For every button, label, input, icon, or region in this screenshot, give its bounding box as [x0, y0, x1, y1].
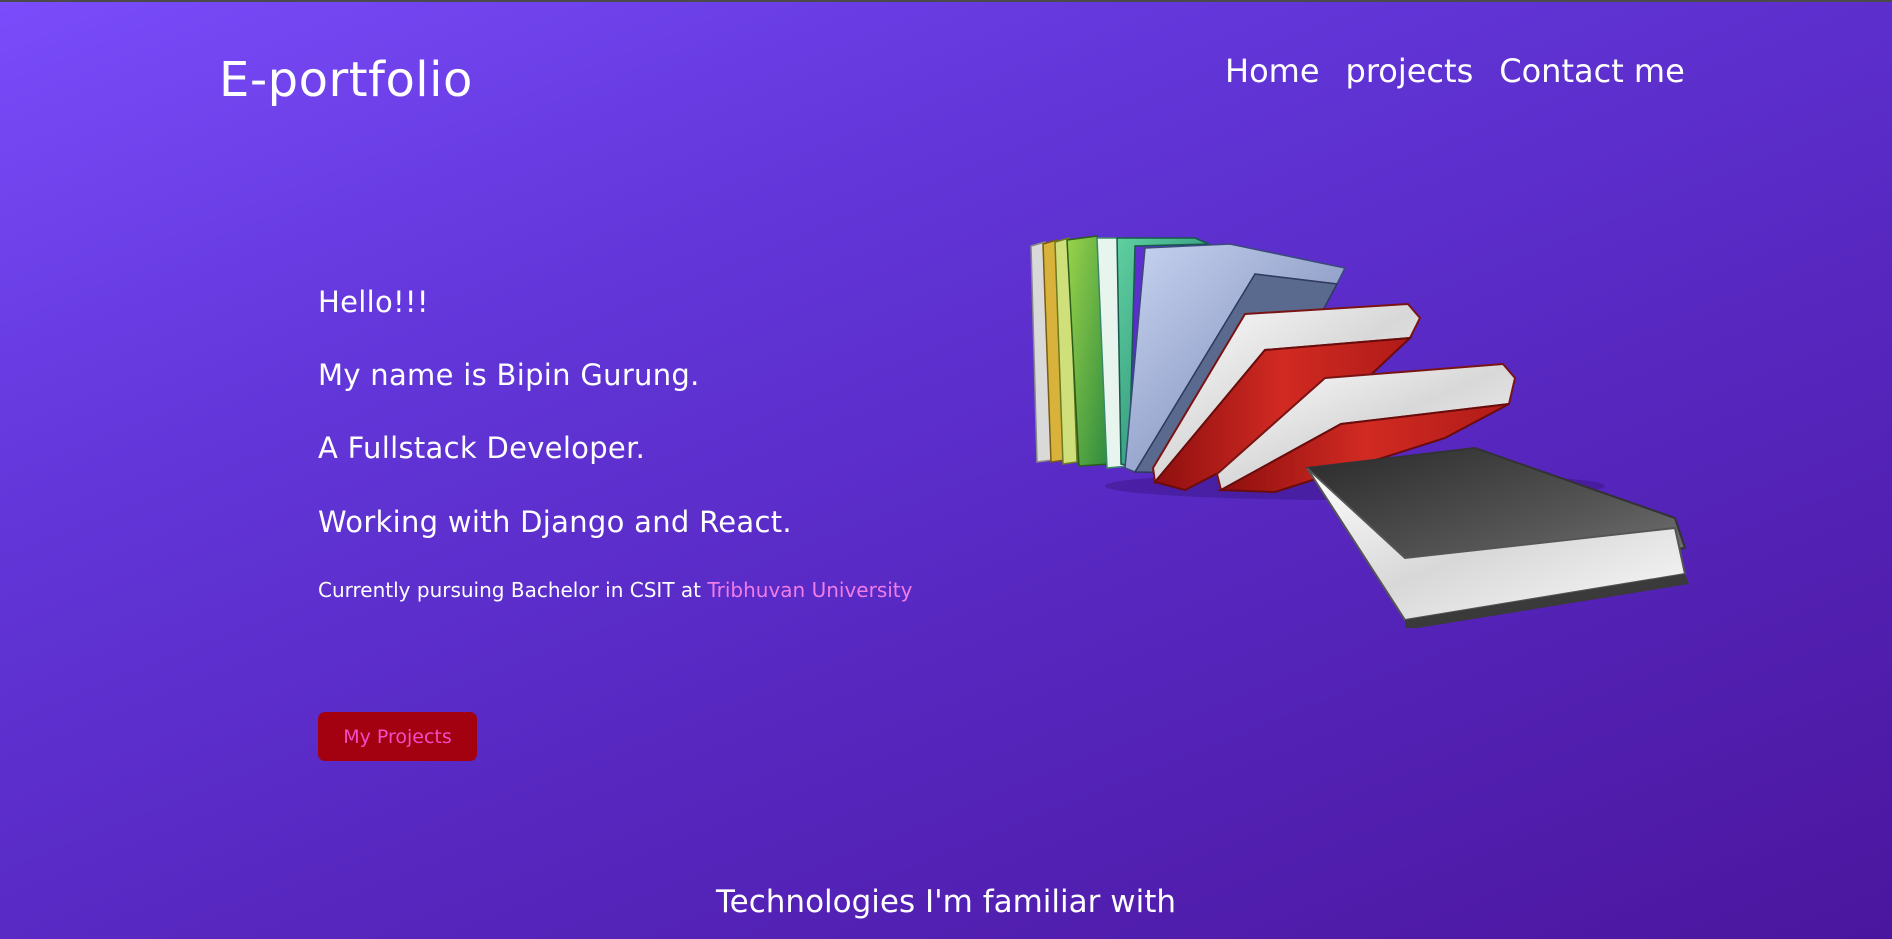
- university-link[interactable]: Tribhuvan University: [707, 578, 912, 602]
- nav-contact[interactable]: Contact me: [1499, 52, 1685, 90]
- hero-study: Currently pursuing Bachelor in CSIT at T…: [318, 578, 912, 602]
- books-illustration-icon: [1030, 235, 1689, 628]
- technologies-heading: Technologies I'm familiar with: [715, 884, 1177, 920]
- hero-stack: Working with Django and React.: [318, 505, 792, 539]
- nav-projects[interactable]: projects: [1346, 52, 1474, 90]
- hero-greeting: Hello!!!: [318, 285, 429, 319]
- study-text: Currently pursuing Bachelor in CSIT at: [318, 578, 708, 602]
- hero-name: My name is Bipin Gurung.: [318, 358, 700, 392]
- top-border: [0, 0, 1892, 2]
- hero-role: A Fullstack Developer.: [318, 431, 646, 465]
- my-projects-button[interactable]: My Projects: [318, 712, 477, 761]
- nav-home[interactable]: Home: [1225, 52, 1320, 90]
- main-nav: Home projects Contact me: [1225, 52, 1695, 90]
- site-brand[interactable]: E-portfolio: [219, 52, 473, 108]
